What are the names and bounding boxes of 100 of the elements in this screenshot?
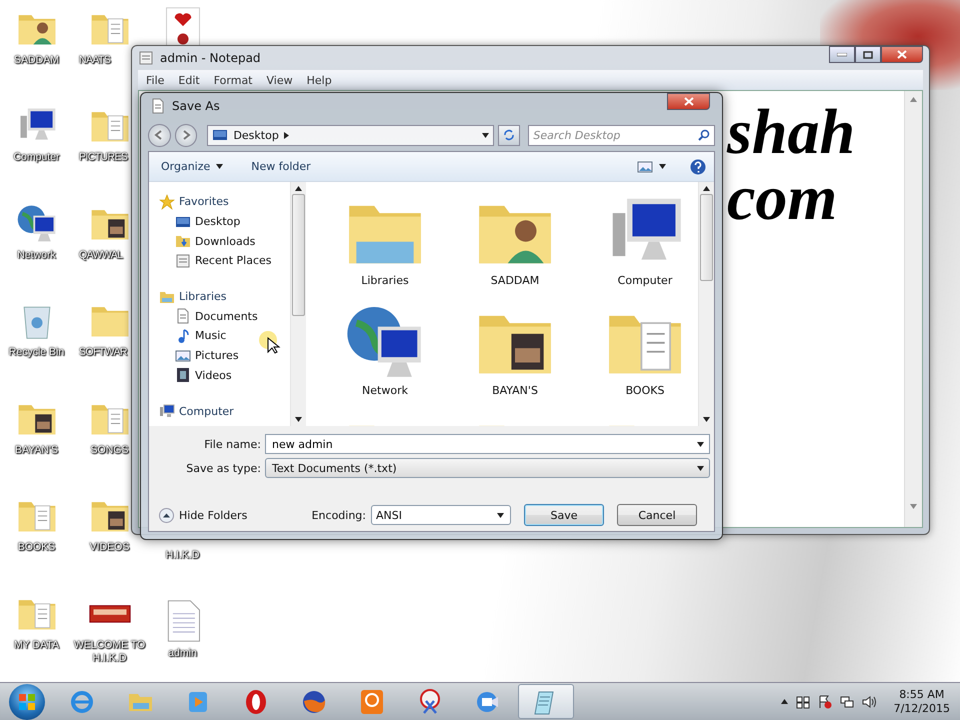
document-icon bbox=[150, 98, 166, 114]
page-icon bbox=[175, 252, 191, 269]
nav-item[interactable]: Videos bbox=[159, 366, 290, 386]
page-icon bbox=[138, 50, 154, 66]
network-icon bbox=[840, 694, 854, 708]
scroll-up-icon bbox=[910, 97, 917, 102]
back-button[interactable] bbox=[148, 124, 171, 146]
menu-item[interactable]: View bbox=[260, 74, 299, 86]
maximize-icon bbox=[863, 50, 873, 58]
file-name-field[interactable]: new admin bbox=[272, 438, 697, 450]
cancel-button[interactable]: Cancel bbox=[617, 504, 697, 526]
desktop-icon-label[interactable]: SADDAM bbox=[14, 54, 59, 67]
minimize-icon bbox=[837, 52, 847, 56]
collapse-icon bbox=[159, 508, 174, 522]
nav-item[interactable]: Pictures bbox=[159, 346, 290, 366]
computer-icon bbox=[159, 403, 175, 420]
caret-icon bbox=[697, 466, 704, 470]
file-label[interactable]: Network bbox=[362, 384, 408, 397]
new-folder-button[interactable]: New folder bbox=[247, 158, 315, 175]
field-label: Save as type: bbox=[185, 462, 261, 474]
desktop-icon-label[interactable]: VIDEOS bbox=[90, 541, 130, 554]
desktop-icon-label[interactable]: MY DATA bbox=[14, 638, 59, 652]
scrollbar[interactable] bbox=[904, 91, 922, 527]
file-label[interactable]: BOOKS bbox=[626, 384, 664, 397]
file-label[interactable]: BAYAN'S bbox=[492, 384, 538, 397]
tray-button[interactable] bbox=[840, 694, 854, 708]
maximize-button[interactable] bbox=[855, 46, 881, 63]
desktop-icon-label[interactable]: SOFTWAR bbox=[79, 346, 127, 360]
refresh-icon bbox=[503, 129, 516, 141]
save-button[interactable]: Save bbox=[524, 504, 604, 526]
desktop-icon-label[interactable]: Recycle Bin bbox=[8, 346, 64, 360]
file-type-dropdown[interactable]: Text Documents (*.txt) bbox=[265, 458, 710, 478]
start-button[interactable] bbox=[9, 684, 45, 720]
caret-icon bbox=[482, 132, 489, 138]
close-button[interactable] bbox=[667, 93, 710, 110]
desktop-icon-label[interactable]: Network bbox=[17, 248, 56, 262]
menu-item[interactable]: File bbox=[140, 74, 170, 86]
file-label[interactable]: Computer bbox=[618, 274, 672, 287]
search-field[interactable]: Search Desktop bbox=[533, 128, 698, 142]
desktop-icon-label[interactable]: NAATS bbox=[79, 54, 110, 67]
file-label[interactable]: Libraries bbox=[361, 274, 409, 287]
nav-item[interactable]: Libraries bbox=[159, 286, 290, 306]
nav-item[interactable]: Favorites bbox=[159, 192, 290, 212]
tray-button[interactable] bbox=[862, 694, 876, 708]
file-name-combo[interactable]: new admin bbox=[265, 434, 710, 454]
monitor-icon bbox=[212, 127, 228, 143]
menu-item[interactable]: Help bbox=[300, 74, 338, 86]
scroll-up-icon bbox=[703, 186, 710, 191]
film-icon bbox=[175, 367, 191, 384]
nav-item[interactable]: Documents bbox=[159, 306, 290, 326]
window-title: admin - Notepad bbox=[160, 51, 262, 65]
nav-item[interactable]: Recent Places bbox=[159, 251, 290, 271]
nav-item[interactable]: Downloads bbox=[159, 231, 290, 252]
scrollbar[interactable] bbox=[698, 182, 714, 426]
desktop-icon-label[interactable]: Computer bbox=[13, 151, 60, 164]
show-hidden-icons-button[interactable] bbox=[780, 699, 788, 704]
star-icon bbox=[159, 194, 175, 210]
chevron-icon bbox=[284, 132, 289, 138]
cursor-icon bbox=[256, 330, 282, 356]
folder-arrow-icon bbox=[175, 233, 191, 250]
organize-button[interactable]: Organize bbox=[157, 158, 228, 175]
desktop-icon-label[interactable]: SONGS bbox=[90, 444, 128, 457]
desktop-icon-label[interactable]: BOOKS bbox=[18, 541, 56, 554]
scrollbar[interactable] bbox=[290, 182, 306, 426]
clock[interactable]: 8:55 AM 7/12/2015 bbox=[894, 688, 950, 716]
desktop-icon-label[interactable]: admin bbox=[168, 646, 197, 660]
close-button[interactable] bbox=[881, 46, 923, 63]
field-label: File name: bbox=[203, 438, 261, 450]
desktop-icon-label[interactable]: H.I.K.D bbox=[166, 549, 200, 562]
hide-folders-button[interactable]: Hide Folders bbox=[159, 508, 248, 522]
dialog-title: Save As bbox=[172, 99, 221, 113]
scroll-down-icon bbox=[295, 417, 302, 422]
tray-button[interactable] bbox=[796, 694, 810, 708]
minimize-button[interactable] bbox=[829, 46, 855, 63]
search-box[interactable]: Search Desktop bbox=[528, 124, 715, 146]
search-icon bbox=[698, 129, 710, 141]
document-text: com bbox=[727, 165, 838, 231]
picture-icon bbox=[637, 158, 653, 174]
desktop-icon-label[interactable]: BAYAN'S bbox=[14, 444, 58, 457]
encoding-dropdown[interactable]: ANSI bbox=[371, 505, 511, 525]
desktop-icon-label[interactable]: WELCOME TO H.I.K.D bbox=[74, 638, 146, 665]
file-label[interactable]: SADDAM bbox=[490, 274, 540, 287]
desktop-icon-label[interactable]: QAWWAL bbox=[79, 248, 122, 262]
nav-item[interactable]: Desktop bbox=[159, 212, 290, 232]
menu-item[interactable]: Format bbox=[208, 74, 258, 86]
flag-error-icon bbox=[818, 694, 832, 708]
forward-button[interactable] bbox=[174, 124, 198, 146]
scroll-down-icon bbox=[703, 417, 710, 422]
scroll-up-icon bbox=[295, 186, 302, 191]
nav-item[interactable]: Computer bbox=[159, 401, 290, 421]
desktop-icon-label[interactable]: PICTURES bbox=[79, 151, 128, 164]
menu-item[interactable]: Edit bbox=[172, 74, 206, 86]
refresh-button[interactable] bbox=[498, 124, 520, 146]
address-bar[interactable]: Desktop bbox=[207, 124, 494, 146]
help-icon[interactable] bbox=[690, 158, 706, 174]
tray-button[interactable] bbox=[818, 694, 832, 708]
taskbar-button[interactable] bbox=[518, 684, 574, 719]
windows-logo-icon bbox=[18, 692, 36, 710]
caret-icon bbox=[659, 164, 666, 169]
nav-item[interactable]: Music bbox=[159, 326, 290, 346]
